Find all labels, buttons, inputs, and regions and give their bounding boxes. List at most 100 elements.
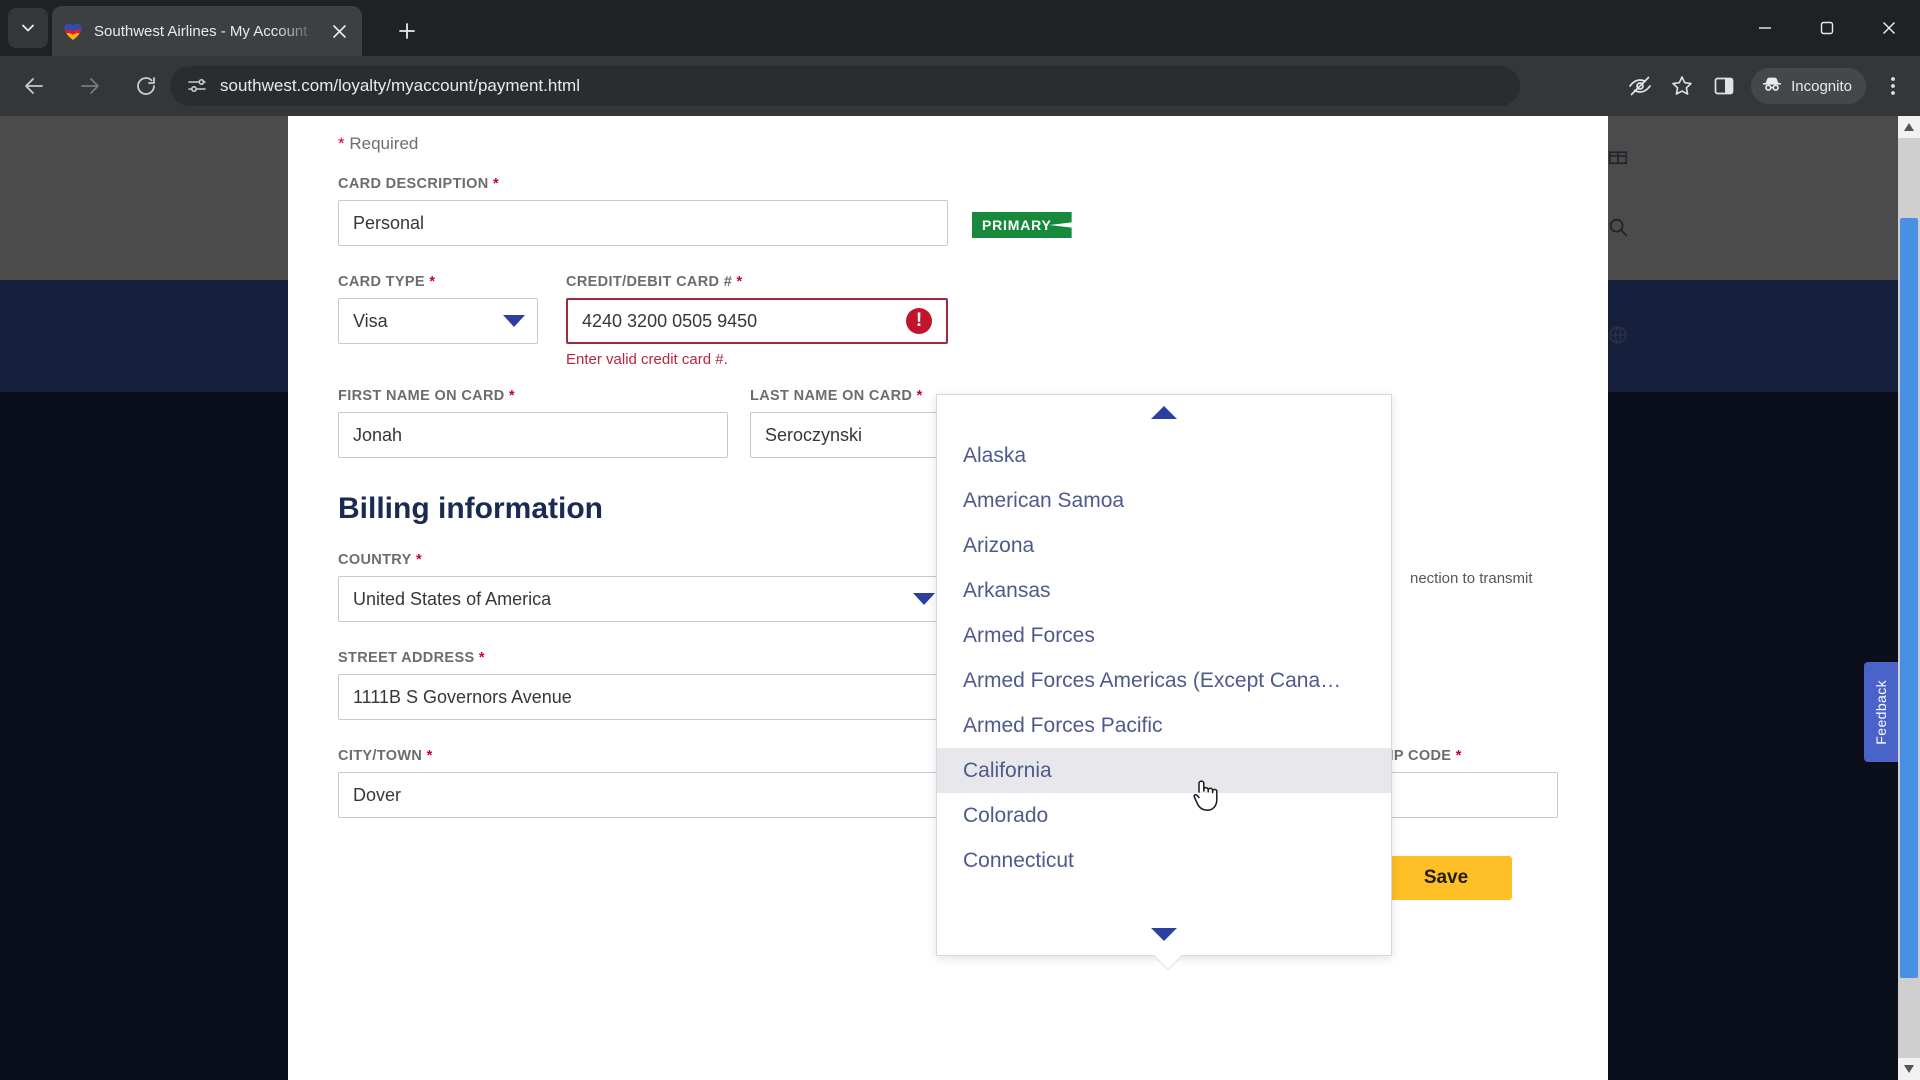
forward-button[interactable] <box>68 64 112 108</box>
page-scrollbar[interactable] <box>1898 116 1920 1080</box>
card-type-label: CARD TYPE * <box>338 274 436 290</box>
screen: Southwest Airlines - My Account southwes… <box>0 0 1920 1080</box>
card-description-group: CARD DESCRIPTION * Personal PRIMARY <box>338 176 1558 246</box>
side-panel-icon[interactable] <box>1703 65 1745 107</box>
card-type-value: Visa <box>353 310 388 331</box>
ghost-globe-icon <box>1607 324 1629 351</box>
bookmark-star-icon[interactable] <box>1661 65 1703 107</box>
close-icon[interactable] <box>326 18 352 44</box>
incognito-label: Incognito <box>1791 77 1852 95</box>
country-group: COUNTRY * United States of America <box>338 552 948 622</box>
incognito-indicator[interactable]: Incognito <box>1751 68 1866 104</box>
browser-toolbar: southwest.com/loyalty/myaccount/payment.… <box>0 56 1920 116</box>
back-button[interactable] <box>12 64 56 108</box>
window-controls <box>1734 0 1920 56</box>
first-name-label-text: FIRST NAME ON CARD <box>338 388 505 404</box>
browser-tab-title: Southwest Airlines - My Account <box>94 22 308 40</box>
dropdown-option[interactable]: Armed Forces Americas (Except Cana… <box>937 658 1391 703</box>
card-description-label: CARD DESCRIPTION * <box>338 176 499 192</box>
last-name-value: Seroczynski <box>765 424 863 445</box>
toolbar-actions: Incognito <box>1619 64 1914 108</box>
card-number-value: 4240 3200 0505 9450 <box>582 310 758 331</box>
dropdown-option[interactable]: Armed Forces <box>937 613 1391 658</box>
chevron-down-icon <box>913 593 935 605</box>
new-tab-button[interactable] <box>390 14 424 48</box>
street-address-input[interactable]: 1111B S Governors Avenue <box>338 674 948 720</box>
city-value: Dover <box>353 784 402 805</box>
maximize-button[interactable] <box>1796 0 1858 56</box>
maximize-icon <box>1820 21 1834 35</box>
card-type-number-row: CARD TYPE * Visa CREDIT/DEBIT CARD # * 4… <box>338 274 1558 368</box>
scrollbar-track[interactable] <box>1898 138 1920 1058</box>
close-icon <box>1882 21 1896 35</box>
ghost-search-icon <box>1607 216 1629 243</box>
card-number-label-text: CREDIT/DEBIT CARD # <box>566 274 733 290</box>
dropdown-option[interactable]: Connecticut <box>937 838 1391 883</box>
street-address-value: 1111B S Governors Avenue <box>353 686 572 707</box>
dropdown-option[interactable]: American Samoa <box>937 478 1391 523</box>
minimize-button[interactable] <box>1734 0 1796 56</box>
reload-icon <box>137 77 155 95</box>
city-label-text: CITY/TOWN <box>338 748 423 764</box>
state-dropdown-popup: Alaska American Samoa Arizona Arkansas A… <box>936 394 1392 969</box>
dropdown-option[interactable]: Colorado <box>937 793 1391 838</box>
country-select[interactable]: United States of America <box>338 576 948 622</box>
address-bar[interactable]: southwest.com/loyalty/myaccount/payment.… <box>170 66 1520 106</box>
zip-label: ZIP CODE * <box>1380 748 1462 764</box>
tab-search-button[interactable] <box>8 8 48 48</box>
card-description-input[interactable]: Personal <box>338 200 948 246</box>
street-address-group: STREET ADDRESS * 1111B S Governors Avenu… <box>338 650 948 720</box>
browser-tab-strip: Southwest Airlines - My Account <box>0 0 1920 56</box>
save-button[interactable]: Save <box>1380 856 1512 900</box>
country-label-text: COUNTRY <box>338 552 412 568</box>
close-window-button[interactable] <box>1858 0 1920 56</box>
scrollbar-thumb[interactable] <box>1900 218 1918 978</box>
card-type-label-text: CARD TYPE <box>338 274 425 290</box>
country-value: United States of America <box>353 588 552 609</box>
dropdown-pointer-tail <box>1153 954 1183 969</box>
page-settings-icon[interactable] <box>184 73 210 99</box>
dropdown-scroll-up-button[interactable] <box>937 395 1391 429</box>
card-description-label-text: CARD DESCRIPTION <box>338 176 489 192</box>
zip-input[interactable] <box>1380 772 1559 818</box>
card-number-label: CREDIT/DEBIT CARD # * <box>566 274 743 290</box>
three-dot-menu-icon[interactable] <box>1872 65 1914 107</box>
ghost-gift-icon <box>1607 144 1629 171</box>
chevron-down-icon <box>22 24 34 32</box>
triangle-down-icon <box>1151 927 1177 941</box>
dropdown-scroll-down-button[interactable] <box>937 917 1391 951</box>
dropdown-option[interactable]: Alaska <box>937 433 1391 478</box>
dropdown-option-hovered[interactable]: California <box>937 748 1391 793</box>
minimize-icon <box>1759 27 1771 29</box>
dropdown-option[interactable]: Arkansas <box>937 568 1391 613</box>
card-description-value: Personal <box>353 212 425 233</box>
back-arrow-icon <box>25 78 43 94</box>
required-asterisk: * <box>338 134 345 153</box>
zip-group: ZIP CODE * <box>1380 748 1559 818</box>
incognito-icon <box>1761 73 1783 99</box>
mouse-cursor <box>1190 778 1220 821</box>
dropdown-option[interactable]: Armed Forces Pacific <box>937 703 1391 748</box>
street-address-label: STREET ADDRESS * <box>338 650 485 666</box>
dropdown-option[interactable]: Arizona <box>937 523 1391 568</box>
plus-icon <box>399 23 415 39</box>
feedback-tab-label: Feedback <box>1873 679 1889 745</box>
reload-button[interactable] <box>124 64 168 108</box>
forward-arrow-icon <box>81 78 99 94</box>
first-name-input[interactable]: Jonah <box>338 412 728 458</box>
card-number-input[interactable]: 4240 3200 0505 9450 ! <box>566 298 948 344</box>
chevron-down-icon <box>503 315 525 327</box>
browser-tab[interactable]: Southwest Airlines - My Account <box>52 6 362 56</box>
dropdown-options-list: Alaska American Samoa Arizona Arkansas A… <box>937 429 1391 883</box>
city-label: CITY/TOWN * <box>338 748 433 764</box>
error-icon: ! <box>906 308 932 334</box>
street-address-label-text: STREET ADDRESS <box>338 650 475 666</box>
card-type-select[interactable]: Visa <box>338 298 538 344</box>
scroll-down-arrow-icon[interactable] <box>1898 1058 1920 1080</box>
triangle-up-icon <box>1151 405 1177 419</box>
tracking-protection-icon[interactable] <box>1619 65 1661 107</box>
feedback-tab[interactable]: Feedback <box>1864 662 1898 762</box>
city-input[interactable]: Dover <box>338 772 947 818</box>
scroll-up-arrow-icon[interactable] <box>1898 116 1920 138</box>
page-viewport: * Required CARD DESCRIPTION * Personal P… <box>0 116 1920 1080</box>
